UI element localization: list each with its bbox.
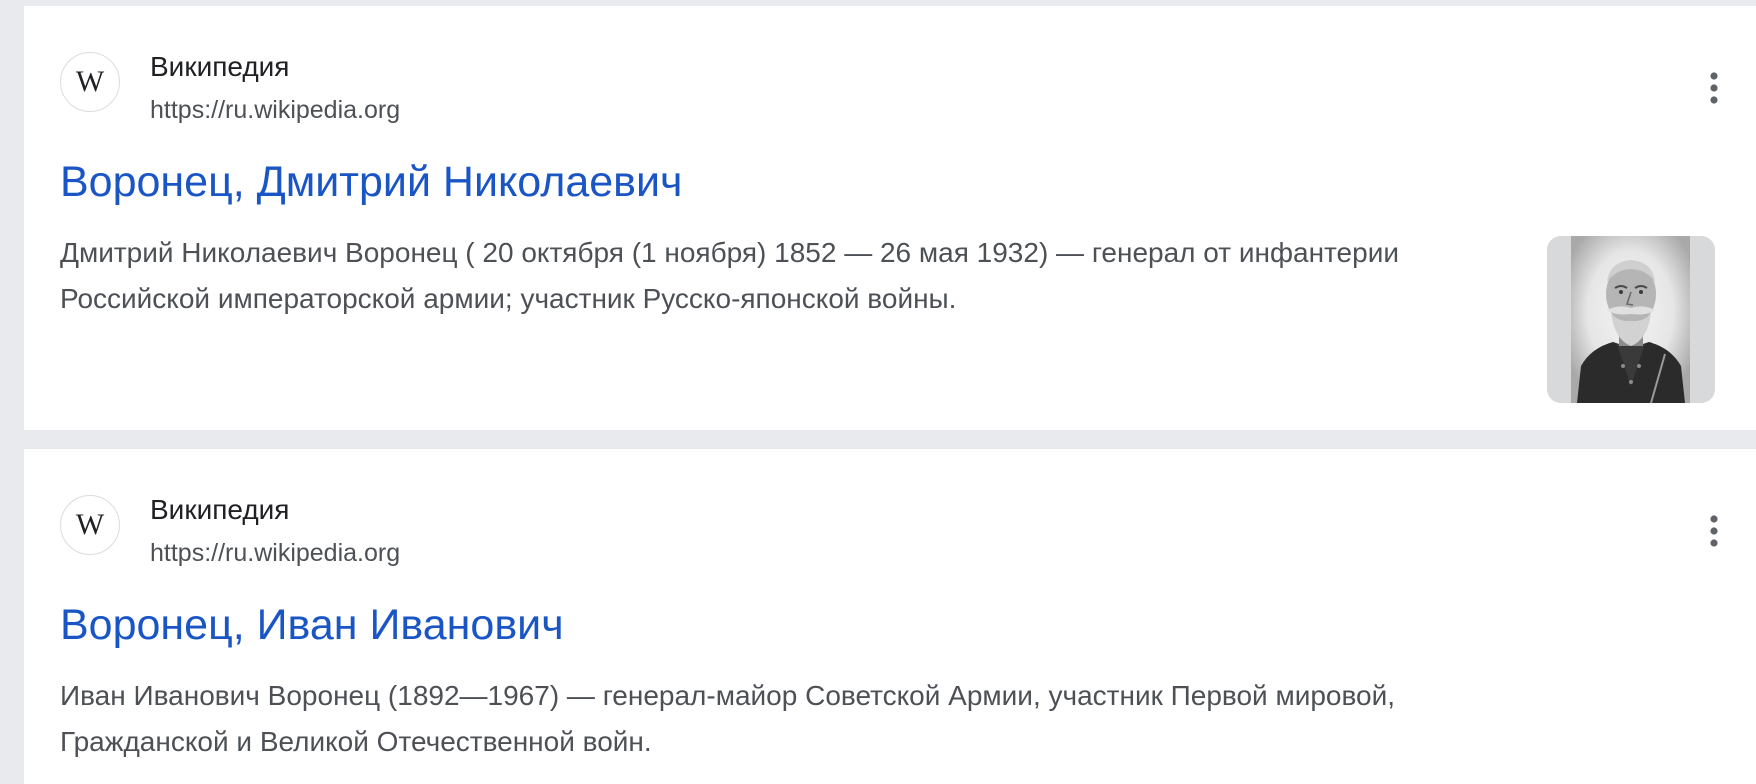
site-name[interactable]: Википедия [150,493,289,527]
wikipedia-w-icon[interactable]: W [60,495,120,555]
portrait-photo-image [1547,236,1715,403]
more-vert-icon [1710,515,1718,547]
result-title-link[interactable]: Воронец, Дмитрий Николаевич [60,156,682,208]
site-name[interactable]: Википедия [150,50,289,84]
wikipedia-w-icon[interactable]: W [60,52,120,112]
site-url[interactable]: https://ru.wikipedia.org [150,537,400,569]
svg-text:W: W [76,65,105,98]
result-snippet: Дмитрий Николаевич Воронец ( 20 октября … [60,237,1399,314]
search-result-card: W Википедия https://ru.wikipedia.org Вор… [24,6,1756,430]
result-thumbnail[interactable] [1547,236,1715,403]
more-options-button[interactable] [1696,68,1732,108]
site-url[interactable]: https://ru.wikipedia.org [150,94,400,126]
result-snippet: Иван Иванович Воронец (1892—1967) — гене… [60,680,1396,757]
search-result-card: W Википедия https://ru.wikipedia.org Вор… [24,449,1756,784]
more-vert-icon [1710,72,1718,104]
result-title-link[interactable]: Воронец, Иван Иванович [60,599,564,651]
more-options-button[interactable] [1696,511,1732,551]
svg-text:W: W [76,508,105,541]
